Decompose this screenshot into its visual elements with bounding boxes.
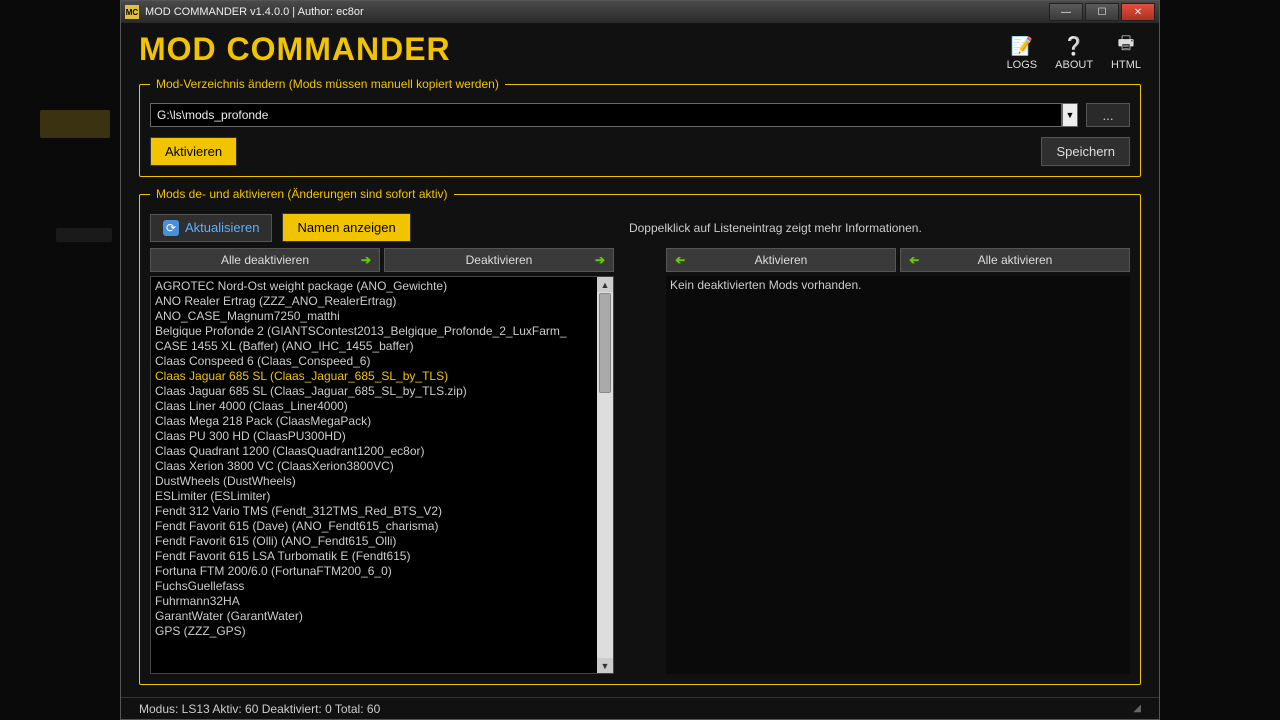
list-item[interactable]: Belgique Profonde 2 (GIANTSContest2013_B… (155, 324, 593, 339)
titlebar[interactable]: MC MOD COMMANDER v1.4.0.0 | Author: ec8o… (121, 1, 1159, 23)
browse-button[interactable]: ... (1086, 103, 1130, 127)
list-item[interactable]: ESLimiter (ESLimiter) (155, 489, 593, 504)
inactive-mods-list[interactable]: Kein deaktivierten Mods vorhanden. (666, 276, 1130, 674)
arrow-right-icon: ➔ (361, 253, 371, 267)
list-item[interactable]: Claas Liner 4000 (Claas_Liner4000) (155, 399, 593, 414)
directory-legend: Mod-Verzeichnis ändern (Mods müssen manu… (150, 77, 505, 91)
list-item[interactable]: ANO_CASE_Magnum7250_matthi (155, 309, 593, 324)
empty-message: Kein deaktivierten Mods vorhanden. (666, 276, 865, 674)
list-item[interactable]: Fendt Favorit 615 LSA Turbomatik E (Fend… (155, 549, 593, 564)
minimize-button[interactable]: — (1049, 3, 1083, 21)
active-mods-list[interactable]: AGROTEC Nord-Ost weight package (ANO_Gew… (150, 276, 614, 674)
directory-fieldset: Mod-Verzeichnis ändern (Mods müssen manu… (139, 77, 1141, 177)
refresh-label: Aktualisieren (185, 220, 259, 235)
list-item[interactable]: AGROTEC Nord-Ost weight package (ANO_Gew… (155, 279, 593, 294)
list-item[interactable]: FuchsGuellefass (155, 579, 593, 594)
list-hint: Doppelklick auf Listeneintrag zeigt mehr… (421, 221, 1130, 235)
inactive-mods-column: ➔ Aktivieren ➔ Alle aktivieren Kein deak… (666, 248, 1130, 674)
scroll-thumb[interactable] (599, 293, 611, 393)
html-button[interactable]: 🖶 HTML (1111, 35, 1141, 71)
refresh-icon: ⟳ (163, 220, 179, 236)
activate-all-button[interactable]: ➔ Alle aktivieren (900, 248, 1130, 272)
path-dropdown-button[interactable]: ▼ (1062, 103, 1078, 127)
about-button[interactable]: ❔ ABOUT (1055, 35, 1093, 71)
list-item[interactable]: GPS (ZZZ_GPS) (155, 624, 593, 639)
window-title: MOD COMMANDER v1.4.0.0 | Author: ec8or (145, 6, 364, 18)
app-icon: MC (125, 5, 139, 19)
notepad-icon: 📝 (1011, 35, 1033, 57)
list-item[interactable]: Fortuna FTM 200/6.0 (FortunaFTM200_6_0) (155, 564, 593, 579)
list-item[interactable]: Fuhrmann32HA (155, 594, 593, 609)
about-label: ABOUT (1055, 59, 1093, 71)
save-button[interactable]: Speichern (1041, 137, 1130, 166)
html-label: HTML (1111, 59, 1141, 71)
list-item[interactable]: Fendt 312 Vario TMS (Fendt_312TMS_Red_BT… (155, 504, 593, 519)
logs-label: LOGS (1007, 59, 1038, 71)
list-item[interactable]: ANO Realer Ertrag (ZZZ_ANO_RealerErtrag) (155, 294, 593, 309)
deactivate-button[interactable]: Deaktivieren ➔ (384, 248, 614, 272)
list-item[interactable]: Claas Conspeed 6 (Claas_Conspeed_6) (155, 354, 593, 369)
list-item[interactable]: Fendt Favorit 615 (Dave) (ANO_Fendt615_c… (155, 519, 593, 534)
close-button[interactable]: ✕ (1121, 3, 1155, 21)
list-item[interactable]: Claas Xerion 3800 VC (ClaasXerion3800VC) (155, 459, 593, 474)
arrow-left-icon: ➔ (909, 253, 919, 267)
deactivate-all-button[interactable]: Alle deaktivieren ➔ (150, 248, 380, 272)
app-title: MOD COMMANDER (139, 31, 451, 68)
list-item[interactable]: DustWheels (DustWheels) (155, 474, 593, 489)
list-item[interactable]: Claas PU 300 HD (ClaasPU300HD) (155, 429, 593, 444)
mods-legend: Mods de- und aktivieren (Änderungen sind… (150, 187, 454, 201)
arrow-left-icon: ➔ (675, 253, 685, 267)
list-item[interactable]: Claas Mega 218 Pack (ClaasMegaPack) (155, 414, 593, 429)
refresh-button[interactable]: ⟳ Aktualisieren (150, 214, 272, 242)
scrollbar[interactable]: ▲ ▼ (597, 277, 613, 673)
maximize-button[interactable]: ☐ (1085, 3, 1119, 21)
active-mods-column: Alle deaktivieren ➔ Deaktivieren ➔ AGROT… (150, 248, 614, 674)
printer-icon: 🖶 (1115, 35, 1137, 57)
status-text: Modus: LS13 Aktiv: 60 Deaktiviert: 0 Tot… (139, 702, 380, 716)
list-item[interactable]: CASE 1455 XL (Baffer) (ANO_IHC_1455_baff… (155, 339, 593, 354)
statusbar: Modus: LS13 Aktiv: 60 Deaktiviert: 0 Tot… (121, 697, 1159, 719)
help-icon: ❔ (1063, 35, 1085, 57)
app-window: MC MOD COMMANDER v1.4.0.0 | Author: ec8o… (120, 0, 1160, 720)
activate-button[interactable]: ➔ Aktivieren (666, 248, 896, 272)
mod-path-input[interactable] (150, 103, 1062, 127)
show-names-button[interactable]: Namen anzeigen (282, 213, 410, 242)
scroll-up-icon[interactable]: ▲ (597, 277, 613, 292)
list-item[interactable]: Fendt Favorit 615 (Olli) (ANO_Fendt615_O… (155, 534, 593, 549)
mods-fieldset: Mods de- und aktivieren (Änderungen sind… (139, 187, 1141, 685)
list-item[interactable]: GarantWater (GarantWater) (155, 609, 593, 624)
activate-dir-button[interactable]: Aktivieren (150, 137, 237, 166)
logs-button[interactable]: 📝 LOGS (1007, 35, 1038, 71)
arrow-right-icon: ➔ (595, 253, 605, 267)
list-item[interactable]: Claas Jaguar 685 SL (Claas_Jaguar_685_SL… (155, 384, 593, 399)
scroll-down-icon[interactable]: ▼ (597, 658, 613, 673)
list-item[interactable]: Claas Quadrant 1200 (ClaasQuadrant1200_e… (155, 444, 593, 459)
resize-grip[interactable]: ◢ (1133, 703, 1141, 714)
list-item[interactable]: Claas Jaguar 685 SL (Claas_Jaguar_685_SL… (155, 369, 593, 384)
